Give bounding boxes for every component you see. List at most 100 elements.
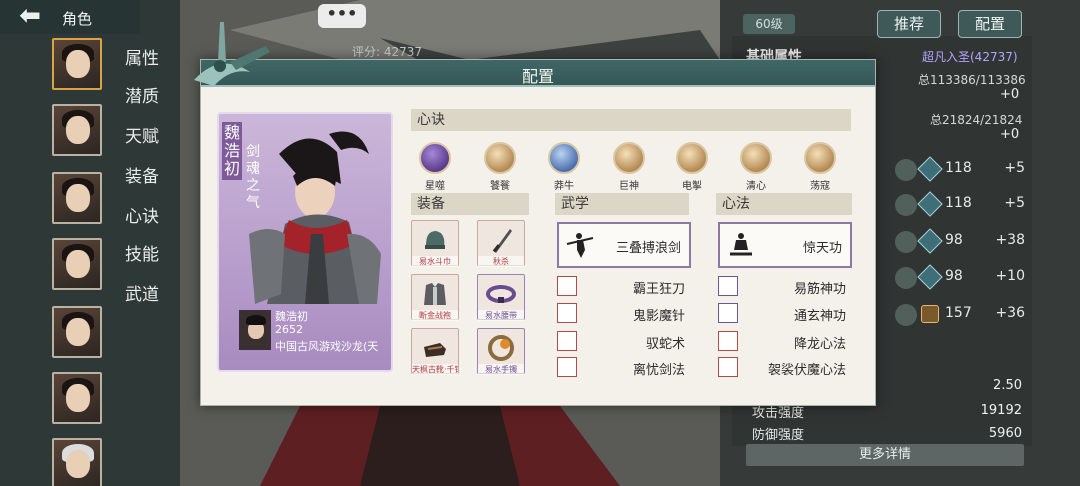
character-avatar[interactable]: [52, 38, 102, 90]
equipment-slot[interactable]: 断金战袍: [411, 274, 459, 321]
xinjue-label: 清心: [746, 181, 766, 192]
xinjue-label: 星噬: [425, 181, 445, 192]
xinjue-slot[interactable]: 电掣: [672, 142, 712, 192]
recommend-button[interactable]: 推荐: [877, 10, 941, 38]
skill-icon: [557, 331, 577, 351]
xinjue-slot[interactable]: 荡寇: [800, 142, 840, 192]
hp-total: 总113386/113386: [918, 73, 1026, 87]
tab-wudao[interactable]: 武道: [125, 280, 159, 305]
xinjue-icon: [740, 142, 772, 174]
xinjue-slot[interactable]: 饕餮: [480, 142, 520, 192]
character-avatar[interactable]: [52, 438, 102, 486]
equipment-slot[interactable]: 易水腰带: [477, 274, 525, 321]
xinfa-label: 通玄神功: [793, 309, 846, 324]
rank-label: 超凡入圣(42737): [922, 50, 1018, 64]
dialog-title: 配置: [521, 67, 554, 86]
stat-row: 118 +5: [895, 191, 1025, 218]
belt-icon: [486, 285, 516, 303]
gem-icon: [917, 228, 943, 254]
attack-value: 19192: [980, 403, 1022, 418]
xinfa-item[interactable]: 通玄神功: [718, 303, 852, 324]
stat-icon: [895, 267, 917, 289]
character-avatar[interactable]: [52, 238, 102, 290]
stat-value: 157: [945, 305, 972, 321]
xinfa-header: 心法: [716, 193, 852, 215]
crit-value: 2.50: [993, 378, 1022, 393]
gem-icon: [917, 191, 943, 217]
character-avatar[interactable]: [52, 172, 102, 224]
xinfa-main-slot[interactable]: 惊天功: [718, 222, 852, 268]
card-character-name: 魏浩初: [222, 122, 242, 180]
tab-xinjue[interactable]: 心诀: [125, 202, 159, 227]
character-avatar[interactable]: [52, 306, 102, 358]
wuxue-item[interactable]: 鬼影魔针: [557, 303, 691, 324]
wuxue-label: 驭蛇术: [645, 337, 685, 352]
stat-row: 118 +5: [895, 156, 1025, 183]
xinjue-label: 饕餮: [490, 181, 510, 192]
equipment-label: 易水斗巾: [412, 256, 458, 267]
equipment-label: 断金战袍: [412, 310, 458, 321]
gem-icon: [917, 264, 943, 290]
stat-bonus: +10: [995, 268, 1025, 284]
tab-attributes[interactable]: 属性: [125, 44, 159, 69]
skill-icon: [557, 303, 577, 323]
equipment-label: 秋杀: [478, 256, 524, 267]
wuxue-label: 离忧剑法: [632, 363, 685, 378]
equipment-label: 易水手镯: [478, 364, 524, 375]
config-dialog: 配置 魏浩初 剑魂之气 魏浩初 2652 中国古风游戏沙龙(天 心诀 星噬 饕餮…: [200, 59, 876, 406]
equipment-slot[interactable]: 秋杀: [477, 220, 525, 267]
skill-icon: [718, 331, 738, 351]
stat-row: 98 +10: [895, 264, 1025, 291]
xinfa-main-label: 惊天功: [802, 241, 842, 256]
config-button[interactable]: 配置: [958, 10, 1022, 38]
xinfa-item[interactable]: 袈裟伏魔心法: [718, 357, 852, 378]
ornament-decoration: [194, 22, 270, 86]
xinjue-icon: [804, 142, 836, 174]
equipment-slot[interactable]: 天枫古靴·千钧: [411, 328, 459, 375]
xinjue-icon: [676, 142, 708, 174]
xinfa-label: 袈裟伏魔心法: [767, 363, 846, 378]
wuxue-main-slot[interactable]: 三叠搏浪剑: [557, 222, 691, 268]
tab-talent[interactable]: 天赋: [125, 122, 159, 147]
bracelet-icon: [488, 335, 514, 361]
stat-icon: [895, 159, 917, 181]
back-button[interactable]: ⬅: [4, 2, 56, 32]
character-avatar[interactable]: [52, 104, 102, 156]
wuxue-label: 霸王狂刀: [632, 282, 685, 297]
xinjue-label: 巨神: [619, 181, 639, 192]
xinjue-label: 荡寇: [810, 181, 830, 192]
wuxue-item[interactable]: 霸王狂刀: [557, 276, 691, 297]
player-guild: 中国古风游戏沙龙(天: [275, 340, 379, 353]
equipment-slot[interactable]: 易水手镯: [477, 328, 525, 375]
more-details-button[interactable]: 更多详情: [746, 444, 1024, 466]
xinjue-slot[interactable]: 清心: [736, 142, 776, 192]
xinjue-label: 莽牛: [554, 181, 574, 192]
equipment-label: 易水腰带: [478, 310, 524, 321]
xinfa-label: 降龙心法: [793, 337, 846, 352]
xinjue-slot[interactable]: 巨神: [609, 142, 649, 192]
xinjue-slot[interactable]: 莽牛: [544, 142, 584, 192]
wuxue-item[interactable]: 驭蛇术: [557, 331, 691, 352]
stat-row: 157 +36: [895, 302, 1025, 328]
stat-value: 98: [945, 268, 963, 284]
player-id: 2652: [275, 323, 303, 336]
xinfa-item[interactable]: 降龙心法: [718, 331, 852, 352]
tab-equipment[interactable]: 装备: [125, 162, 159, 187]
sword-icon: [492, 229, 512, 253]
stat-value: 118: [945, 195, 972, 211]
character-avatar[interactable]: [52, 372, 102, 424]
wuxue-item[interactable]: 离忧剑法: [557, 357, 691, 378]
stat-bonus: +5: [1004, 195, 1025, 211]
skill-icon: [557, 276, 577, 296]
tab-skills[interactable]: 技能: [125, 240, 159, 265]
stat-row: 98 +38: [895, 228, 1025, 255]
xinjue-slot[interactable]: 星噬: [415, 142, 455, 192]
equipment-slot[interactable]: 易水斗巾: [411, 220, 459, 267]
xinfa-item[interactable]: 易筋神功: [718, 276, 852, 297]
stat-value: 118: [945, 160, 972, 176]
chat-bubble-button[interactable]: •••: [318, 4, 366, 28]
hp-plus: +0: [1000, 87, 1020, 102]
tab-potential[interactable]: 潜质: [125, 82, 159, 107]
wuxue-header: 武学: [555, 193, 689, 215]
player-name: 魏浩初: [275, 310, 308, 323]
